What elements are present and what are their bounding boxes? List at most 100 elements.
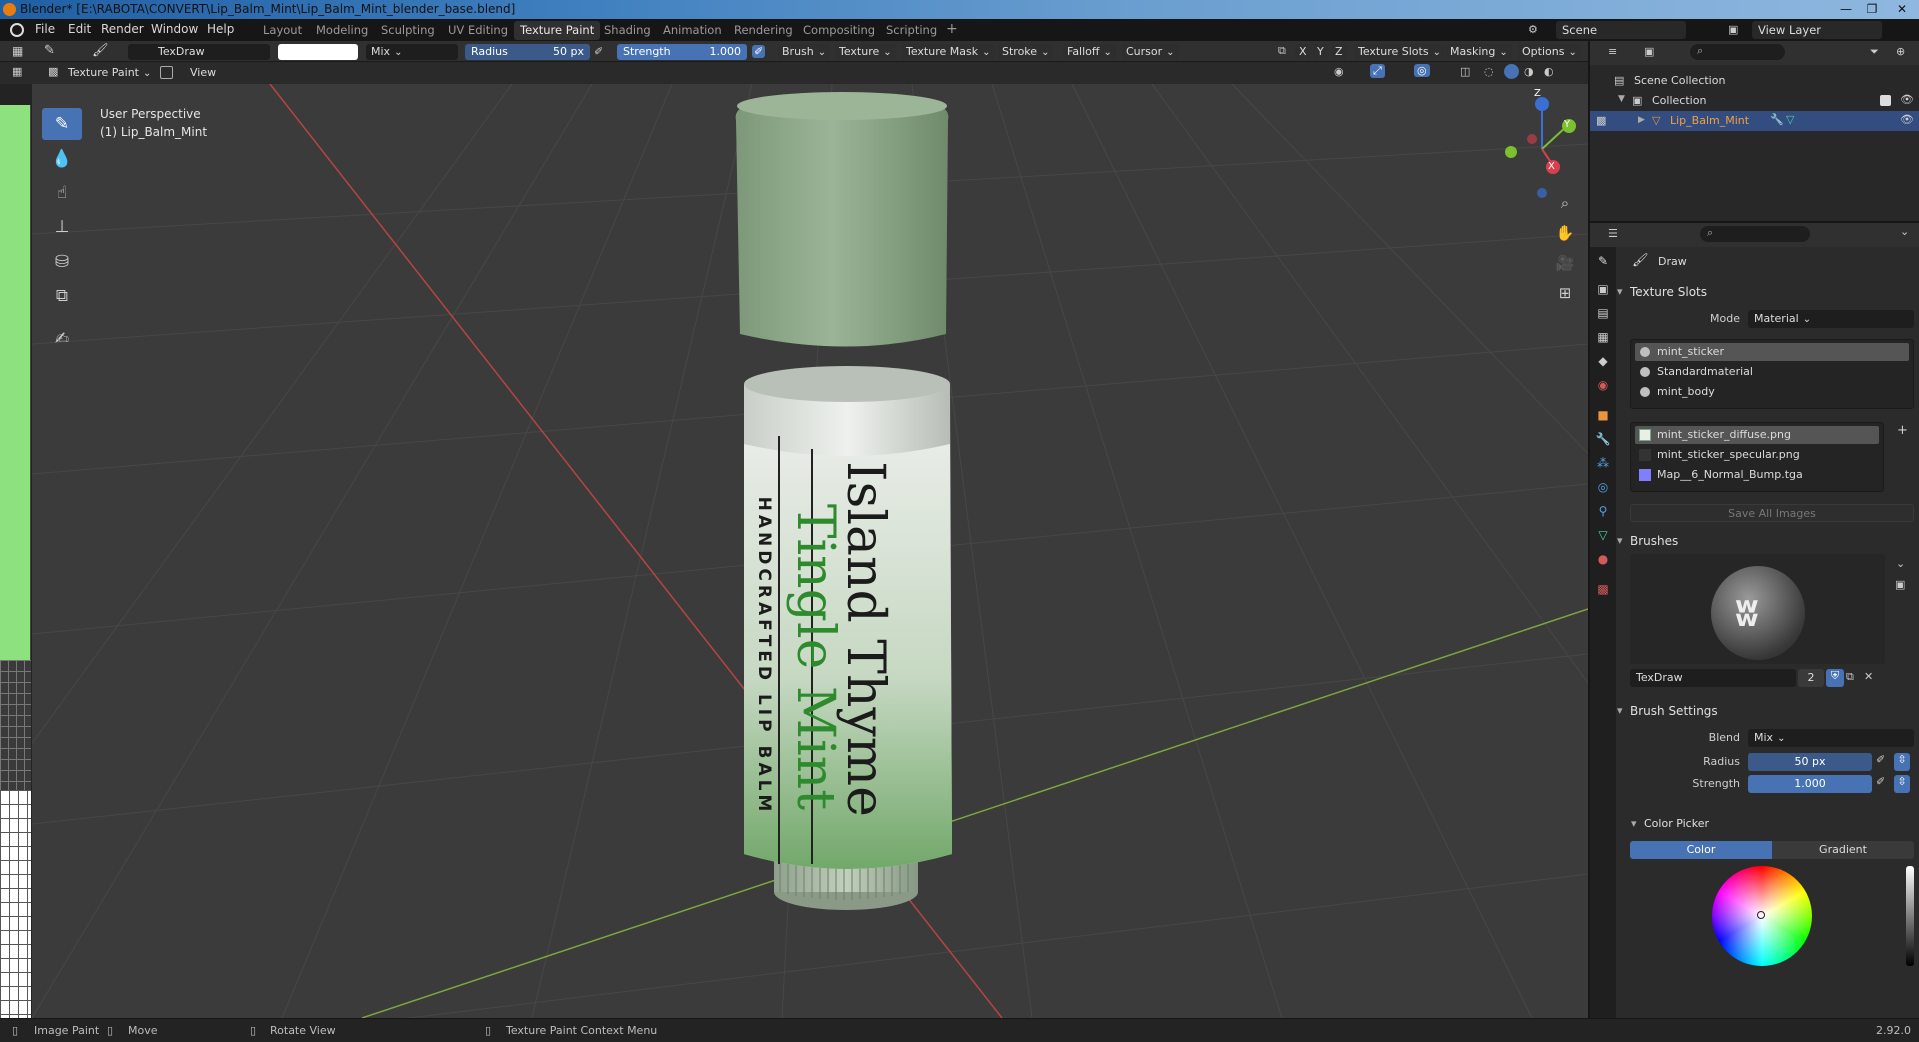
properties-options-icon[interactable]: ⌄	[1900, 225, 1909, 238]
menu-edit[interactable]: Edit	[68, 22, 91, 36]
mode-dropdown[interactable]: Texture Paint	[64, 65, 155, 81]
physics-tab-icon[interactable]: ◎	[1595, 479, 1611, 495]
tool-tab-icon[interactable]: ✎	[1595, 253, 1611, 269]
value-slider[interactable]	[1906, 866, 1914, 966]
mask-tool-icon[interactable]: ⧉	[42, 280, 82, 312]
brush-radius-slider[interactable]: 50 px	[1748, 753, 1872, 771]
tab-modeling[interactable]: Modeling	[310, 21, 374, 40]
color-wheel-cursor[interactable]	[1757, 911, 1765, 919]
tab-texture-paint[interactable]: Texture Paint	[514, 21, 601, 40]
view-layer-icon[interactable]: ▣	[1728, 23, 1738, 36]
object-eye-icon[interactable]: 👁	[1900, 113, 1914, 126]
overlay-toggle-icon[interactable]: ◎	[1414, 64, 1430, 77]
data-tab-icon[interactable]: ▽	[1595, 527, 1611, 543]
view-layer-tab-icon[interactable]: ▦	[1595, 329, 1611, 345]
3d-viewport[interactable]: Island Thyme Tingle Mint HANDCRAFTED LIP…	[32, 84, 1588, 1018]
mode-dropdown[interactable]: Material	[1748, 310, 1914, 328]
zoom-icon[interactable]: ⌕	[1552, 190, 1578, 216]
color-picker-subpanel-title[interactable]: Color Picker	[1631, 817, 1709, 830]
constraints-tab-icon[interactable]: ⚲	[1595, 503, 1611, 519]
solid-shading-icon[interactable]	[1504, 64, 1519, 79]
view-menu[interactable]: View	[186, 65, 220, 81]
draw-tool-icon[interactable]: ✎	[42, 108, 82, 140]
material-slot-mint-sticker[interactable]: mint_sticker	[1635, 343, 1909, 361]
mirror-z-toggle[interactable]: Z	[1331, 44, 1347, 60]
mirror-y-toggle[interactable]: Y	[1313, 44, 1328, 60]
brush-color-swatch[interactable]	[278, 44, 358, 60]
mirror-x-toggle[interactable]: X	[1295, 44, 1311, 60]
image-slot-diffuse[interactable]: mint_sticker_diffuse.png	[1635, 426, 1879, 444]
brushes-panel-title[interactable]: Brushes	[1617, 534, 1678, 548]
brush-preview-box[interactable]: ʬ	[1630, 554, 1885, 664]
output-tab-icon[interactable]: ▤	[1595, 305, 1611, 321]
rendered-shading-icon[interactable]: ◐	[1544, 65, 1554, 78]
view-layer-field[interactable]: View Layer	[1752, 21, 1882, 39]
texture-slots-panel-title[interactable]: Texture Slots	[1617, 285, 1707, 299]
outliner-scene-collection[interactable]: ▤ Scene Collection	[1590, 71, 1919, 91]
menu-help[interactable]: Help	[207, 22, 234, 36]
tab-layout[interactable]: Layout	[257, 21, 308, 40]
tab-shading[interactable]: Shading	[598, 21, 657, 40]
color-tab[interactable]: Color	[1630, 841, 1772, 859]
display-mode-icon[interactable]: ▣	[1644, 45, 1654, 58]
save-all-images-button[interactable]: Save All Images	[1630, 504, 1914, 522]
outliner-object-row[interactable]: ▩ ▶ ▽ Lip_Balm_Mint 🔧 ▽ 👁	[1590, 111, 1919, 131]
collection-checkbox[interactable]	[1880, 95, 1891, 106]
render-tab-icon[interactable]: ▣	[1595, 281, 1611, 297]
editor-type-icon[interactable]: ▦	[12, 44, 23, 58]
menu-render[interactable]: Render	[101, 22, 144, 36]
strength-pressure-toggle-icon[interactable]: ✐	[1876, 775, 1885, 788]
unlink-brush-icon[interactable]: ✕	[1864, 670, 1873, 683]
ortho-grid-icon[interactable]: ⊞	[1552, 280, 1578, 306]
fake-user-shield-icon[interactable]: ⛨	[1826, 669, 1844, 687]
add-workspace-button[interactable]: +	[940, 21, 964, 40]
new-collection-icon[interactable]: ⊕	[1896, 45, 1905, 58]
collection-eye-icon[interactable]: 👁	[1900, 93, 1914, 106]
collection-expand-icon[interactable]: ▼	[1618, 94, 1625, 104]
tool-icon[interactable]: ✎	[44, 43, 55, 58]
properties-search-icon[interactable]: ⌕	[1700, 226, 1810, 242]
tab-scripting[interactable]: Scripting	[880, 21, 943, 40]
menu-file[interactable]: File	[35, 22, 55, 36]
world-tab-icon[interactable]: ◉	[1595, 377, 1611, 393]
gizmo-z-label[interactable]: Z	[1534, 88, 1541, 99]
falloff-menu[interactable]: Falloff	[1063, 44, 1116, 60]
fill-tool-icon[interactable]: ⛁	[42, 246, 82, 278]
object-tab-icon[interactable]: ■	[1595, 407, 1611, 423]
radius-pressure-icon[interactable]: ✐	[594, 45, 603, 58]
outliner-editor-icon[interactable]: ≡	[1608, 45, 1617, 58]
material-slot-mint-body[interactable]: mint_body	[1635, 383, 1909, 401]
filter-icon[interactable]: ⏷	[1870, 45, 1879, 59]
image-slot-normal[interactable]: Map__6_Normal_Bump.tga	[1635, 466, 1879, 484]
texture-slots-menu[interactable]: Texture Slots	[1354, 44, 1445, 60]
brush-users-count[interactable]: 2	[1798, 669, 1824, 687]
blend-dropdown[interactable]: Mix	[366, 44, 458, 60]
tab-rendering[interactable]: Rendering	[728, 21, 799, 40]
brush-strength-slider[interactable]: 1.000	[1748, 775, 1872, 793]
brush-settings-panel-title[interactable]: Brush Settings	[1617, 704, 1718, 718]
options-menu[interactable]: Options	[1518, 44, 1581, 60]
outliner-search-icon[interactable]: ⌕	[1690, 44, 1785, 60]
brush-name-field[interactable]: TexDraw	[1630, 669, 1796, 687]
clone-tool-icon[interactable]: ⊥	[42, 211, 82, 243]
tab-compositing[interactable]: Compositing	[797, 21, 881, 40]
texture-mask-menu[interactable]: Texture Mask	[902, 44, 995, 60]
minimize-button[interactable]: —	[1834, 0, 1858, 19]
brush-list-dropdown-icon[interactable]: ⌄	[1896, 557, 1905, 570]
mesh-data-icon[interactable]: ▽	[1786, 113, 1794, 126]
pan-hand-icon[interactable]: ✋	[1552, 220, 1578, 246]
texture-menu[interactable]: Texture	[835, 44, 896, 60]
strength-pressure-icon[interactable]: ✐	[752, 45, 766, 58]
masking-menu[interactable]: Masking	[1446, 44, 1512, 60]
brush-blend-dropdown[interactable]: Mix	[1748, 729, 1914, 747]
color-wheel[interactable]	[1712, 866, 1812, 966]
menu-window[interactable]: Window	[151, 22, 198, 36]
annotate-tool-icon[interactable]: ✍	[42, 323, 82, 355]
image-slot-specular[interactable]: mint_sticker_specular.png	[1635, 446, 1879, 464]
maximize-button[interactable]: ❐	[1860, 0, 1884, 19]
duplicate-brush-icon[interactable]: ⧉	[1846, 670, 1854, 684]
xray-icon[interactable]: ◫	[1460, 65, 1470, 78]
texture-tab-icon[interactable]: ▩	[1595, 581, 1611, 597]
tab-sculpting[interactable]: Sculpting	[375, 21, 441, 40]
brush-name-field[interactable]: TexDraw	[128, 44, 270, 60]
